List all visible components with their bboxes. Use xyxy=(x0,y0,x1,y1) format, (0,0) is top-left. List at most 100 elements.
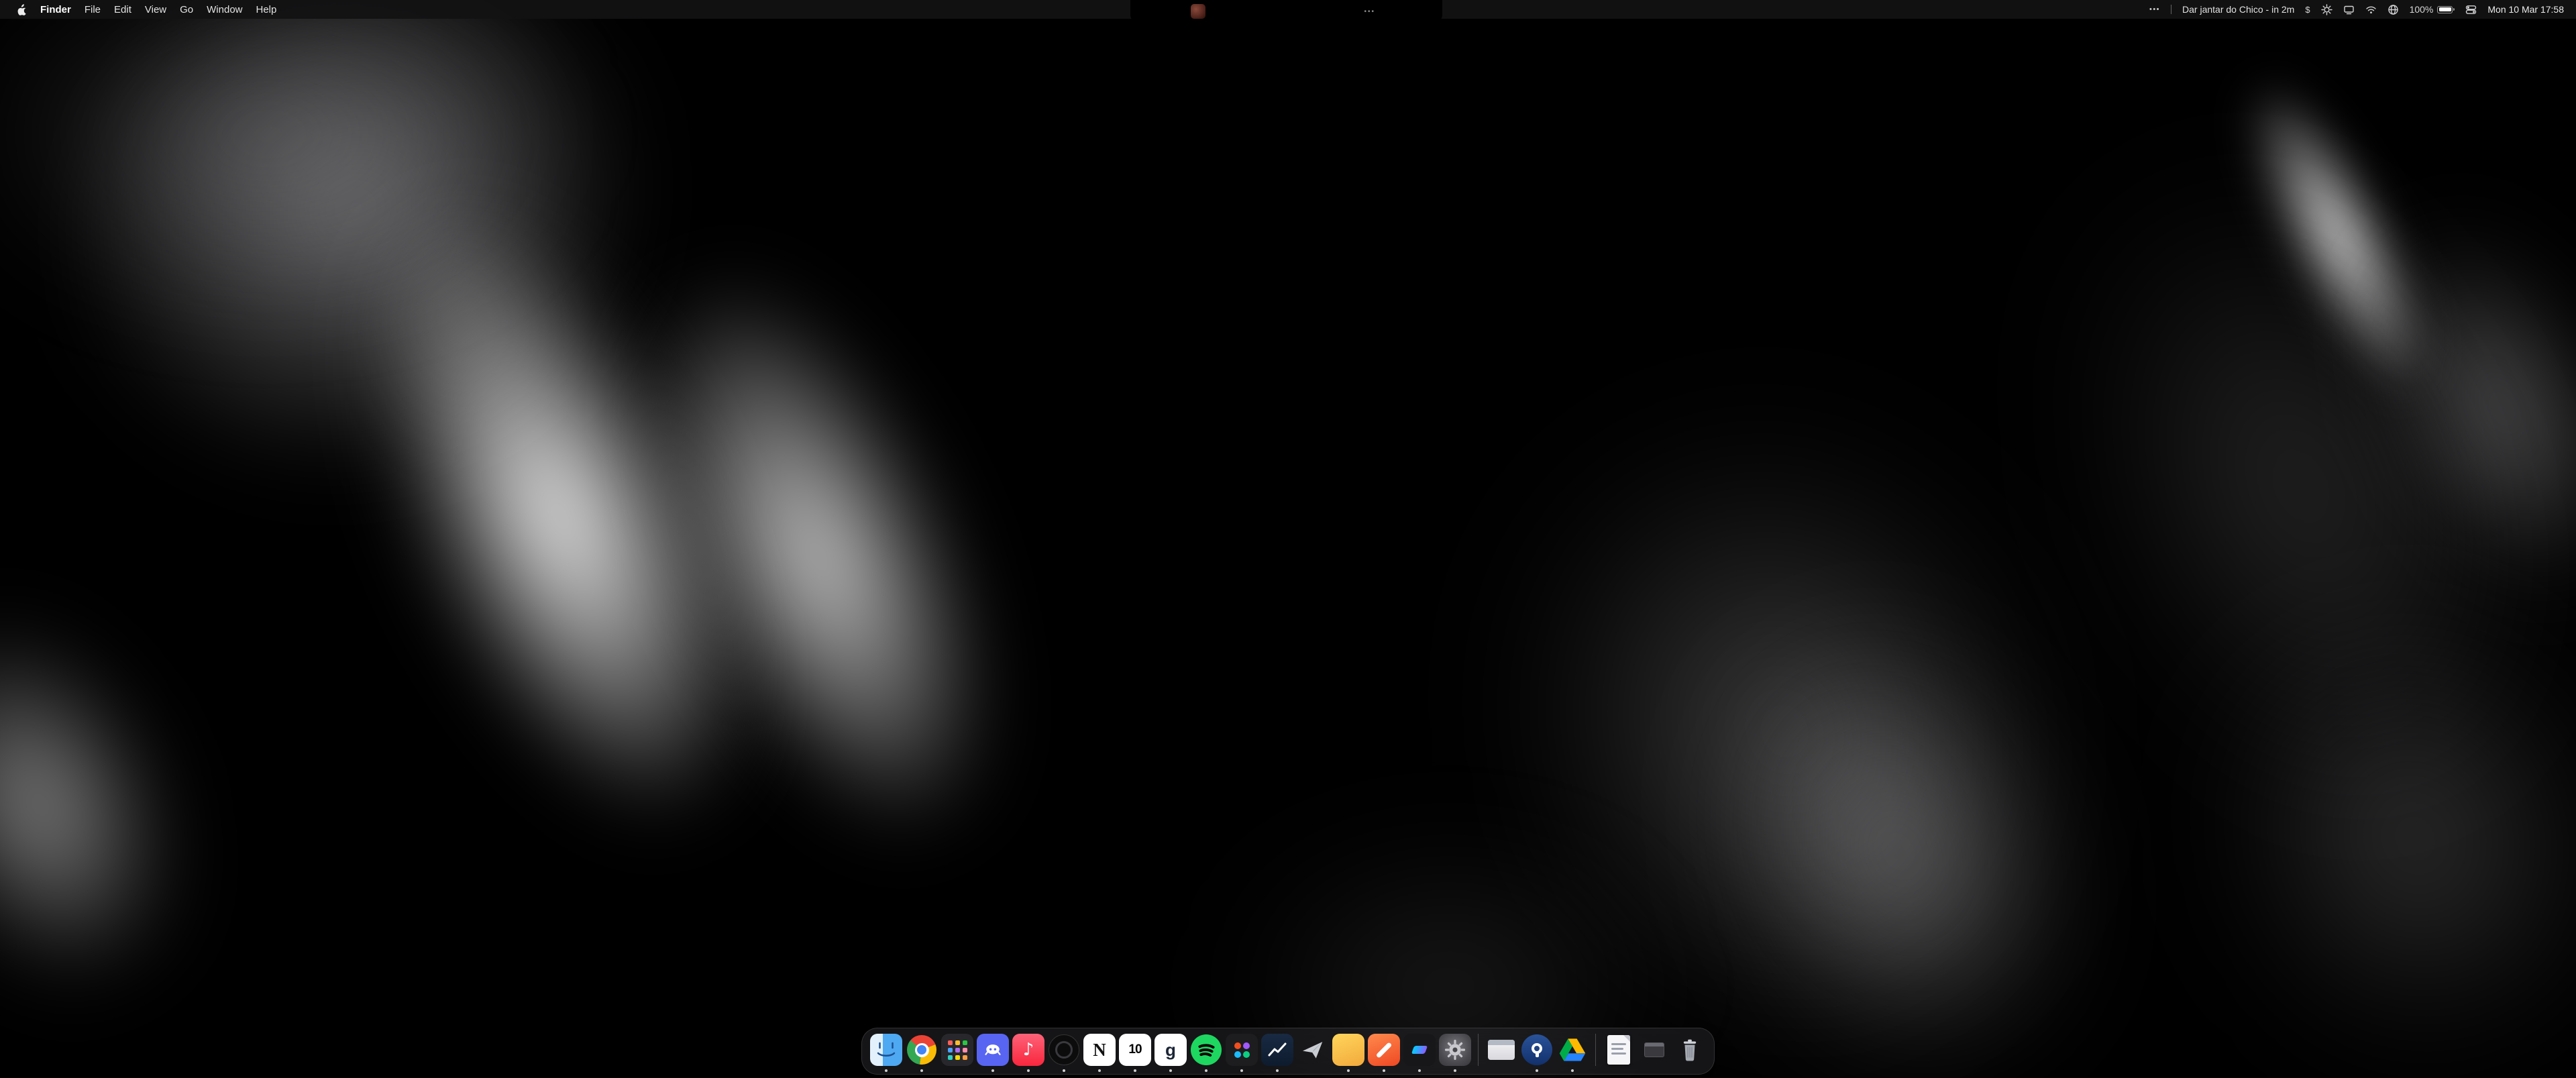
wifi-icon[interactable] xyxy=(2365,4,2377,15)
trash-icon xyxy=(1674,1034,1706,1066)
dollar-status-icon[interactable]: $ xyxy=(2305,5,2310,15)
running-indicator xyxy=(1383,1069,1385,1072)
figma-icon xyxy=(1226,1034,1258,1066)
music-icon: ♪ xyxy=(1012,1034,1044,1066)
running-indicator xyxy=(1347,1069,1350,1072)
g-letter: g xyxy=(1165,1041,1176,1059)
running-indicator xyxy=(1063,1069,1065,1072)
menu-window[interactable]: Window xyxy=(207,4,242,15)
password-app-dock-icon[interactable] xyxy=(1521,1034,1553,1066)
dark-disc-dock-icon[interactable] xyxy=(1048,1034,1080,1066)
grid-dot xyxy=(955,1048,960,1053)
battery-percent-label: 100% xyxy=(2410,4,2434,15)
terminal-logo-mark xyxy=(1411,1046,1428,1054)
display-mirroring-icon[interactable] xyxy=(2343,4,2355,15)
document-icon xyxy=(1607,1035,1630,1065)
notch-more-icon[interactable]: ••• xyxy=(1364,8,1375,15)
dark-terminal-dock-icon[interactable] xyxy=(1403,1034,1436,1066)
grid-dot xyxy=(955,1055,960,1060)
page-fold xyxy=(1623,1035,1630,1042)
reminder-countdown-text[interactable]: Dar jantar do Chico - in 2m xyxy=(2182,4,2294,15)
figma-shape xyxy=(1243,1051,1250,1058)
window-thumbnail-dock-icon[interactable] xyxy=(1485,1034,1517,1066)
menu-go[interactable]: Go xyxy=(180,4,193,15)
menu-file[interactable]: File xyxy=(85,4,101,15)
running-indicator xyxy=(1169,1069,1172,1072)
music-note-glyph: ♪ xyxy=(1023,1041,1034,1059)
navy-chart-dock-icon[interactable] xyxy=(1261,1034,1293,1066)
running-indicator xyxy=(991,1069,994,1072)
notion-letter: N xyxy=(1093,1040,1106,1061)
grid-dot xyxy=(963,1040,967,1045)
control-center-icon[interactable] xyxy=(2465,4,2477,15)
ten-app-dock-icon[interactable]: 10 xyxy=(1119,1034,1151,1066)
running-indicator xyxy=(1536,1069,1538,1072)
paper-plane-dock-icon[interactable] xyxy=(1297,1034,1329,1066)
trash-dock-icon[interactable] xyxy=(1674,1034,1706,1066)
paper-plane-icon xyxy=(1297,1034,1329,1066)
settings-dock-icon[interactable] xyxy=(1439,1034,1471,1066)
pencil-stroke xyxy=(1376,1042,1393,1059)
notch-album-art[interactable] xyxy=(1191,4,1205,19)
minimized-window-dock-icon[interactable] xyxy=(1638,1034,1670,1066)
finder-icon xyxy=(870,1034,902,1066)
running-indicator xyxy=(1098,1069,1101,1072)
notion-dock-icon[interactable]: N xyxy=(1083,1034,1116,1066)
grid-dot xyxy=(963,1048,967,1053)
dock-separator xyxy=(1595,1034,1596,1066)
g-app-dock-icon[interactable]: g xyxy=(1155,1034,1187,1066)
running-indicator xyxy=(1205,1069,1208,1072)
yellow-app-dock-icon[interactable] xyxy=(1332,1034,1364,1066)
g-app-icon: g xyxy=(1155,1034,1187,1066)
chrome-icon xyxy=(907,1035,936,1065)
music-dock-icon[interactable]: ♪ xyxy=(1012,1034,1044,1066)
menu-help[interactable]: Help xyxy=(256,4,277,15)
ten-app-icon: 10 xyxy=(1119,1034,1151,1066)
google-drive-dock-icon[interactable] xyxy=(1556,1034,1589,1066)
figma-dock-icon[interactable] xyxy=(1226,1034,1258,1066)
running-indicator xyxy=(1134,1069,1136,1072)
running-indicator xyxy=(1240,1069,1243,1072)
battery-status[interactable]: 100% xyxy=(2410,4,2455,15)
dock-separator xyxy=(1478,1034,1479,1066)
grid-dot xyxy=(955,1040,960,1045)
pencil-app-dock-icon[interactable] xyxy=(1368,1034,1400,1066)
yellow-app-icon xyxy=(1332,1034,1364,1066)
window-thumbnail-icon xyxy=(1488,1040,1515,1060)
running-indicator xyxy=(885,1069,888,1072)
pencil-app-icon xyxy=(1368,1034,1400,1066)
dark-terminal-app-icon xyxy=(1403,1034,1436,1066)
running-indicator xyxy=(1418,1069,1421,1072)
running-indicator xyxy=(1276,1069,1279,1072)
running-indicator xyxy=(1027,1069,1030,1072)
spotify-icon xyxy=(1191,1034,1222,1065)
menu-bar-left: Finder File Edit View Go Window Help xyxy=(0,0,276,19)
finder-dock-icon[interactable] xyxy=(870,1034,902,1066)
menu-view[interactable]: View xyxy=(145,4,166,15)
chrome-dock-icon[interactable] xyxy=(906,1034,938,1066)
document-dock-icon[interactable] xyxy=(1603,1034,1635,1066)
active-app-menu[interactable]: Finder xyxy=(40,4,71,15)
globe-language-icon[interactable] xyxy=(2387,4,2399,15)
discord-dock-icon[interactable] xyxy=(977,1034,1009,1066)
menu-edit[interactable]: Edit xyxy=(114,4,131,15)
spotify-dock-icon[interactable] xyxy=(1190,1034,1222,1066)
desktop-wallpaper xyxy=(0,0,2576,1078)
overflow-more-icon[interactable]: ••• xyxy=(2149,5,2160,13)
app-grid-dock-icon[interactable] xyxy=(941,1034,973,1066)
dock: ♪ N 10 g xyxy=(861,1028,1715,1075)
google-drive-icon xyxy=(1556,1034,1589,1066)
discord-icon xyxy=(977,1034,1009,1066)
figma-shape xyxy=(1234,1042,1241,1049)
minimized-window-icon xyxy=(1644,1042,1664,1057)
grid-dot xyxy=(963,1055,967,1060)
notch: ••• xyxy=(1130,0,1442,23)
apple-menu-icon[interactable] xyxy=(17,4,27,15)
gear-status-icon[interactable] xyxy=(2321,4,2332,15)
ten-label: 10 xyxy=(1128,1042,1141,1057)
clock-date-time[interactable]: Mon 10 Mar 17:58 xyxy=(2487,4,2564,15)
grid-dot xyxy=(948,1055,953,1060)
app-grid-icon xyxy=(941,1034,973,1066)
grid-dot xyxy=(948,1040,953,1045)
settings-gear-icon xyxy=(1439,1034,1471,1066)
